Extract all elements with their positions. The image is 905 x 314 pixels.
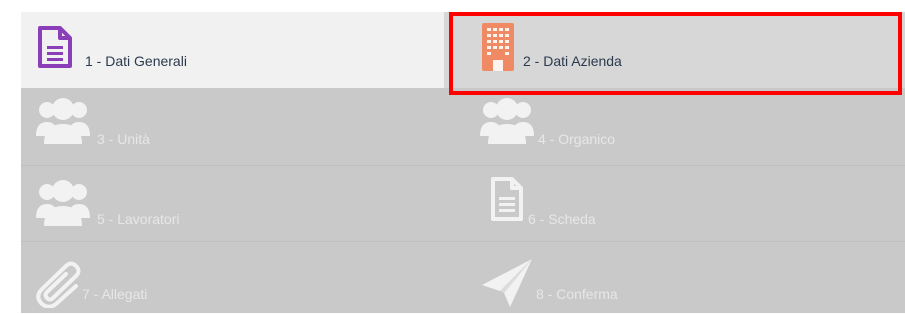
building-icon bbox=[481, 22, 515, 77]
paperclip-icon bbox=[36, 258, 82, 313]
step-4-organico[interactable]: 4 - Organico bbox=[444, 88, 905, 166]
step-3-unita[interactable]: 3 - Unità bbox=[21, 88, 444, 166]
step-label: 4 - Organico bbox=[538, 131, 616, 147]
step-label: 2 - Dati Azienda bbox=[523, 53, 622, 69]
step-label: 1 - Dati Generali bbox=[85, 53, 187, 69]
users-icon bbox=[36, 96, 90, 149]
paper-plane-icon bbox=[480, 257, 534, 314]
row-divider bbox=[21, 165, 905, 166]
document-icon bbox=[37, 25, 73, 74]
wizard-steps: 1 - Dati Generali 2 - Dati Azienda 3 - U… bbox=[21, 12, 905, 313]
step-5-lavoratori[interactable]: 5 - Lavoratori bbox=[21, 166, 444, 242]
step-label: 7 - Allegati bbox=[82, 286, 148, 302]
step-7-allegati[interactable]: 7 - Allegati bbox=[21, 242, 444, 313]
step-8-conferma[interactable]: 8 - Conferma bbox=[444, 242, 905, 313]
row-divider bbox=[21, 241, 905, 242]
step-label: 5 - Lavoratori bbox=[97, 211, 180, 227]
step-6-scheda[interactable]: 6 - Scheda bbox=[444, 166, 905, 242]
step-label: 6 - Scheda bbox=[528, 211, 596, 227]
step-2-dati-azienda[interactable]: 2 - Dati Azienda bbox=[444, 12, 905, 88]
document-icon bbox=[490, 176, 524, 227]
users-icon bbox=[480, 96, 534, 149]
step-label: 3 - Unità bbox=[97, 131, 150, 147]
step-label: 8 - Conferma bbox=[536, 286, 618, 302]
users-icon bbox=[36, 178, 90, 231]
step-1-dati-generali[interactable]: 1 - Dati Generali bbox=[21, 12, 444, 88]
